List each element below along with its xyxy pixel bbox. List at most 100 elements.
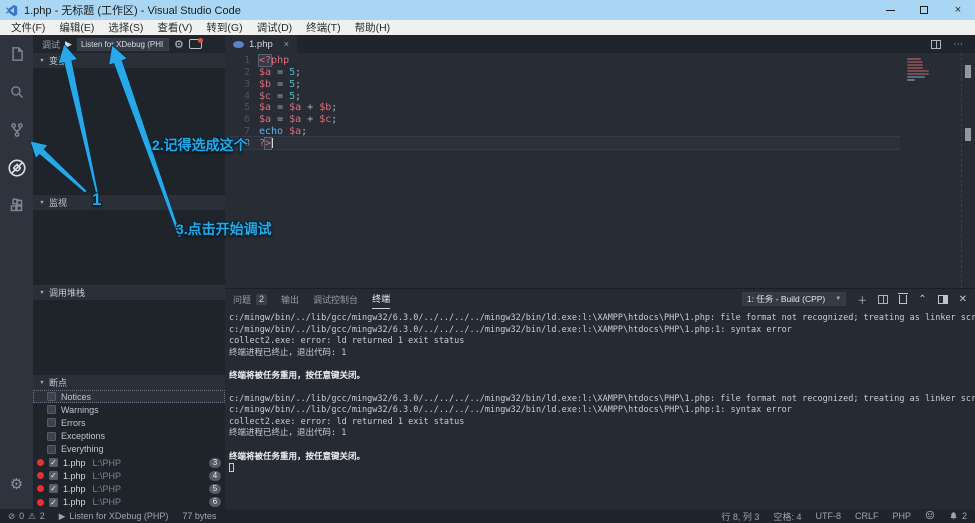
explorer-icon[interactable] [0,35,33,73]
breakpoint-file-row[interactable]: ✓1.phpL:\PHP4 [33,469,225,482]
manage-gear-icon[interactable]: ⚙ [0,465,33,503]
checkbox-checked-icon[interactable]: ✓ [49,471,58,480]
menu-item[interactable]: 终端(T) [299,20,347,35]
debug-icon[interactable] [0,149,33,187]
debug-console-icon[interactable] [189,39,202,49]
checkbox-unchecked-icon[interactable] [47,405,56,414]
code-line[interactable]: 4$c = 5; [225,90,900,102]
code-text: ?> [259,138,273,149]
breakpoint-option-row[interactable]: Exceptions [33,430,225,443]
indentation-status[interactable]: 空格: 4 [773,510,801,523]
cursor-position[interactable]: 行 8, 列 3 [721,510,759,523]
breakpoint-option-label: Exceptions [61,431,105,441]
configure-gear-icon[interactable]: ⚙ [174,38,184,51]
terminal-output[interactable]: c:/mingw/bin/../lib/gcc/mingw32/6.3.0/..… [225,309,975,509]
kill-terminal-icon[interactable] [899,295,907,304]
minimap[interactable] [903,57,961,82]
terminal-line: c:/mingw/bin/../lib/gcc/mingw32/6.3.0/..… [229,405,975,417]
overview-ruler[interactable] [961,53,975,288]
code-token: ; [331,102,337,113]
close-panel-icon[interactable]: ✕ [959,294,967,305]
search-icon[interactable] [0,73,33,111]
debug-config-dropdown[interactable]: Listen for XDebug (PHI ▼ [77,38,169,51]
problems-status[interactable]: ⊘ 0 ⚠ 2 [8,511,45,522]
vscode-logo-icon [5,4,18,17]
menu-item[interactable]: 查看(V) [150,20,199,35]
terminal-line: 终端将被任务重用，按任意键关闭。 [229,452,975,464]
breakpoints-section-header[interactable]: ▼ 断点 [33,375,225,390]
checkbox-checked-icon[interactable]: ✓ [49,498,58,507]
panel-tab-终端[interactable]: 终端 [372,289,390,309]
menu-item[interactable]: 文件(F) [4,20,52,35]
language-mode[interactable]: PHP [892,511,911,521]
variables-section-header[interactable]: ▼ 变量 [33,53,225,68]
eol-status[interactable]: CRLF [855,511,879,521]
warning-icon: ⚠ [28,511,36,522]
checkbox-checked-icon[interactable]: ✓ [49,484,58,493]
notifications-bell[interactable]: 2 [949,511,967,521]
breakpoint-file-row[interactable]: ✓1.phpL:\PHP6 [33,496,225,509]
code-line[interactable]: 1<?php [225,55,900,67]
split-terminal-icon[interactable] [878,295,888,304]
code-line[interactable]: 8?> [225,137,900,149]
terminal-line [229,382,975,394]
breakpoints-list: Notices WarningsErrors Exceptions Everythin… [33,390,225,509]
minimize-button[interactable] [873,0,907,20]
checkbox-unchecked-icon[interactable] [47,445,56,454]
breakpoint-option-row[interactable]: Errors [33,416,225,429]
source-control-icon[interactable] [0,111,33,149]
feedback-smiley-icon[interactable] [925,510,935,522]
breakpoint-option-label: Warnings [61,405,99,415]
maximize-panel-icon[interactable]: ⌃ [918,294,926,305]
watch-section-header[interactable]: ▼ 监视 [33,195,225,210]
tab-close-icon[interactable]: × [284,39,289,49]
split-editor-icon[interactable] [931,40,941,49]
start-debug-button[interactable]: ▶ [65,39,72,50]
code-editor[interactable]: 1<?php2$a = 5;3$b = 5;4$c = 5;5$a = $a +… [225,53,975,288]
code-token: + [301,114,319,125]
variables-section: ▼ 变量 [33,53,225,195]
breakpoint-option-row[interactable]: Everything [33,443,225,456]
move-panel-icon[interactable] [938,295,948,304]
panel-tab-调试控制台[interactable]: 调试控制台 [313,289,358,309]
code-line[interactable]: 7echo $a; [225,126,900,138]
breakpoint-file-row[interactable]: ✓1.phpL:\PHP5 [33,482,225,495]
checkbox-unchecked-icon[interactable] [47,418,56,427]
line-number: 2 [225,67,259,78]
panel-tab-问题[interactable]: 问题2 [233,289,267,309]
debug-status[interactable]: ▶ Listen for XDebug (PHP) [59,511,169,522]
more-actions-icon[interactable]: ⋯ [953,39,963,50]
panel-tab-输出[interactable]: 输出 [281,289,299,309]
code-line[interactable]: 6$a = $a + $c; [225,114,900,126]
breakpoint-dot-icon [37,485,44,492]
menu-item[interactable]: 选择(S) [101,20,150,35]
terminal-picker-dropdown[interactable]: 1: 任务 - Build (CPP) ▼ [742,292,846,306]
status-bar: ⊘ 0 ⚠ 2 ▶ Listen for XDebug (PHP) 77 byt… [0,509,975,523]
checkbox-unchecked-icon[interactable] [47,432,56,441]
title-bar: 1.php - 无标题 (工作区) - Visual Studio Code × [0,0,975,20]
menu-item[interactable]: 调试(D) [250,20,300,35]
code-line[interactable]: 5$a = $a + $b; [225,102,900,114]
encoding-status[interactable]: UTF-8 [815,511,841,521]
callstack-section-header[interactable]: ▼ 调用堆栈 [33,285,225,300]
menu-item[interactable]: 转到(G) [199,20,249,35]
menu-item[interactable]: 编辑(E) [52,20,101,35]
code-line[interactable]: 2$a = 5; [225,67,900,79]
panel-tab-label: 输出 [281,293,299,306]
restore-button[interactable] [907,0,941,20]
code-token: $c [319,114,331,125]
code-line[interactable]: 3$b = 5; [225,79,900,91]
breakpoint-option-row[interactable]: Notices [33,390,225,403]
close-button[interactable]: × [941,0,975,20]
breakpoint-option-row[interactable]: Warnings [33,403,225,416]
tab-1php[interactable]: 1.php × [225,35,297,53]
new-terminal-icon[interactable]: ＋ [857,292,867,307]
code-token: = [271,102,289,113]
line-number: 1 [225,55,259,66]
breakpoint-file-row[interactable]: ✓1.phpL:\PHP3 [33,456,225,469]
checkbox-unchecked-icon[interactable] [47,392,56,401]
menu-item[interactable]: 帮助(H) [348,20,398,35]
extensions-icon[interactable] [0,187,33,225]
terminal-line [229,359,975,371]
checkbox-checked-icon[interactable]: ✓ [49,458,58,467]
